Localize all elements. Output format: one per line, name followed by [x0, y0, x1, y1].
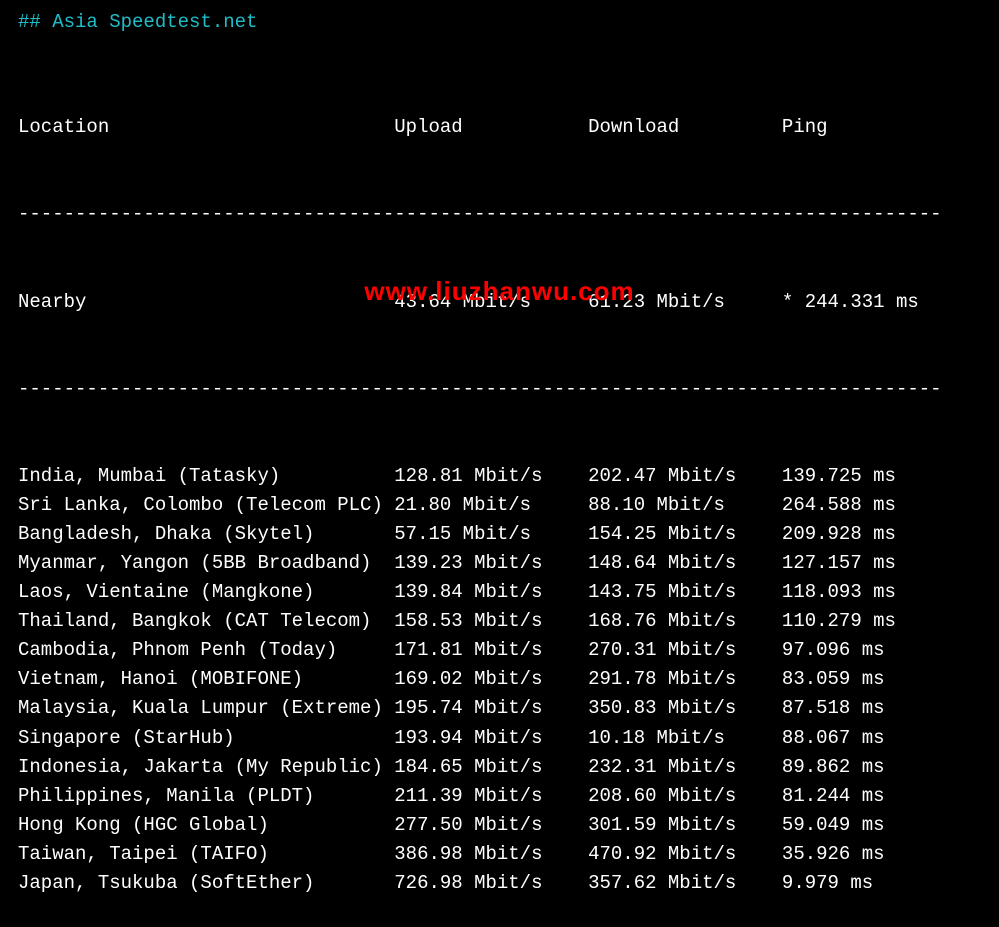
- speedtest-table: Location Upload Download Ping ----------…: [18, 55, 981, 927]
- table-row: Taiwan, Taipei (TAIFO) 386.98 Mbit/s 470…: [18, 840, 981, 869]
- divider-line: ----------------------------------------…: [18, 200, 981, 229]
- table-row: Vietnam, Hanoi (MOBIFONE) 169.02 Mbit/s …: [18, 665, 981, 694]
- divider-line: ----------------------------------------…: [18, 375, 981, 404]
- table-row: Sri Lanka, Colombo (Telecom PLC) 21.80 M…: [18, 491, 981, 520]
- table-row: Laos, Vientaine (Mangkone) 139.84 Mbit/s…: [18, 578, 981, 607]
- table-row: Malaysia, Kuala Lumpur (Extreme) 195.74 …: [18, 694, 981, 723]
- nearby-row: Nearby 43.64 Mbit/s 61.23 Mbit/s * 244.3…: [18, 288, 981, 317]
- table-header: Location Upload Download Ping: [18, 113, 981, 142]
- table-row: Myanmar, Yangon (5BB Broadband) 139.23 M…: [18, 549, 981, 578]
- table-row: Thailand, Bangkok (CAT Telecom) 158.53 M…: [18, 607, 981, 636]
- section-title: ## Asia Speedtest.net: [18, 8, 981, 37]
- table-row: Hong Kong (HGC Global) 277.50 Mbit/s 301…: [18, 811, 981, 840]
- table-row: Japan, Tsukuba (SoftEther) 726.98 Mbit/s…: [18, 869, 981, 898]
- table-row: Cambodia, Phnom Penh (Today) 171.81 Mbit…: [18, 636, 981, 665]
- table-row: Philippines, Manila (PLDT) 211.39 Mbit/s…: [18, 782, 981, 811]
- table-row: Singapore (StarHub) 193.94 Mbit/s 10.18 …: [18, 724, 981, 753]
- table-row: India, Mumbai (Tatasky) 128.81 Mbit/s 20…: [18, 462, 981, 491]
- table-row: Indonesia, Jakarta (My Republic) 184.65 …: [18, 753, 981, 782]
- table-row: Bangladesh, Dhaka (Skytel) 57.15 Mbit/s …: [18, 520, 981, 549]
